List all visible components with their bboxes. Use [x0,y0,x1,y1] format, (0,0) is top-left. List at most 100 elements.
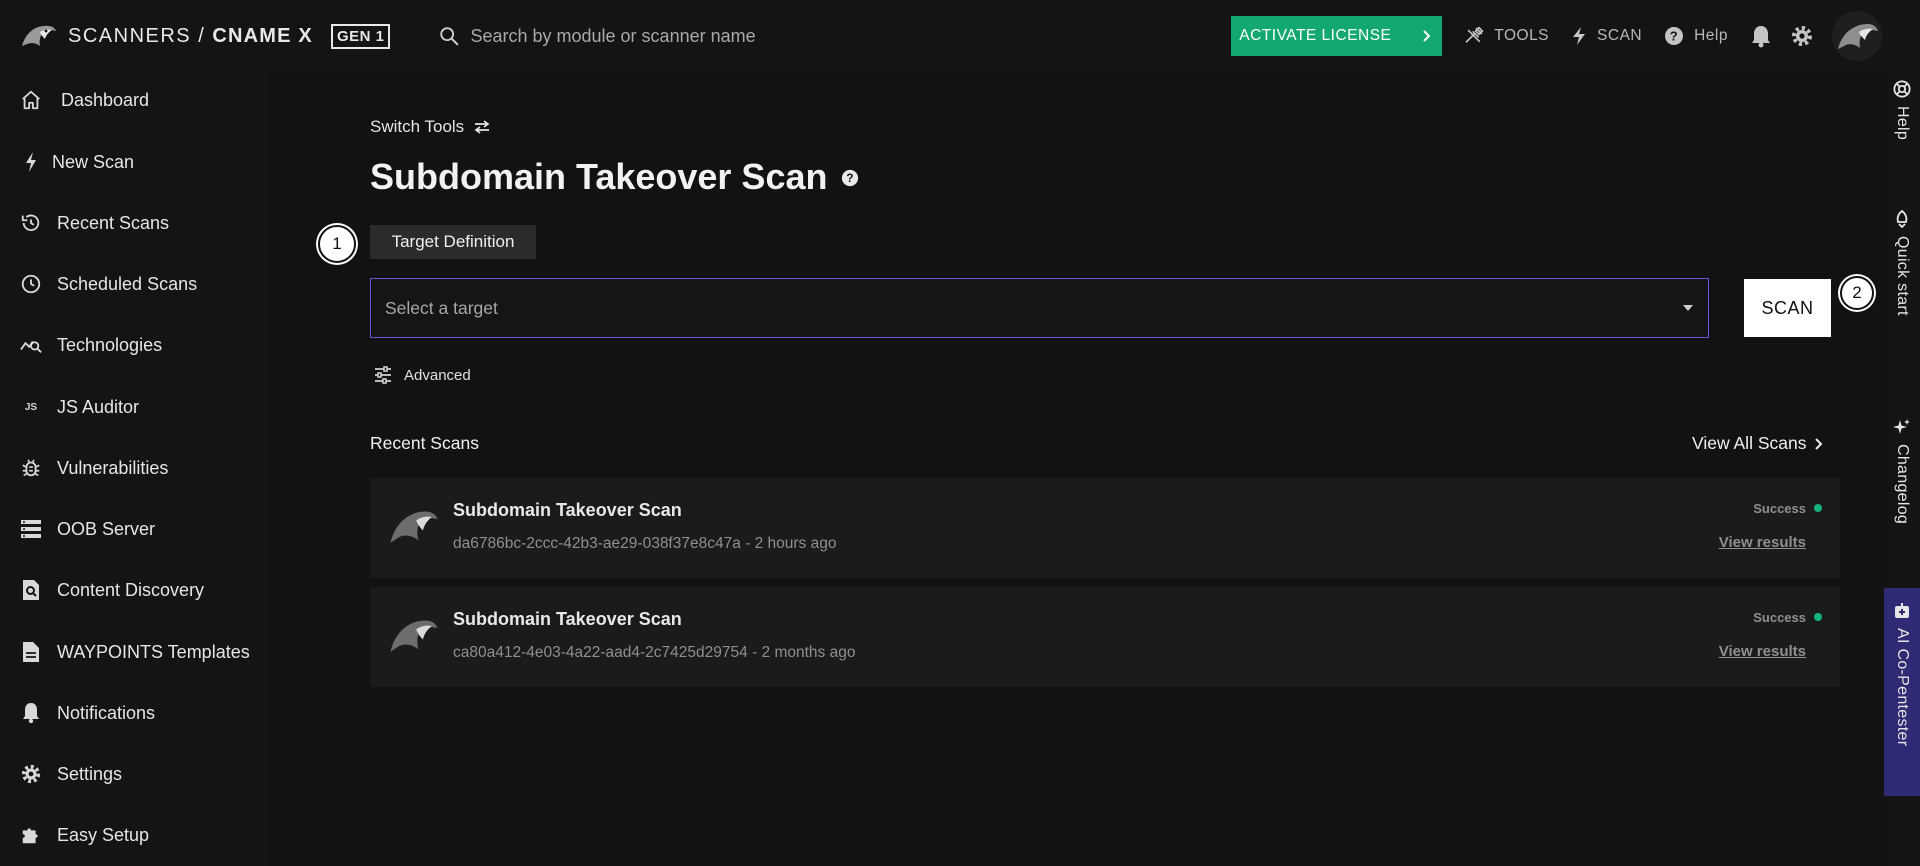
gen-badge: GEN 1 [330,23,391,49]
sliders-icon [374,366,404,384]
step-indicator-2: 2 [1840,276,1874,310]
recent-scan-card[interactable]: Subdomain Takeover Scan da6786bc-2ccc-42… [370,478,1840,578]
server-icon [20,518,42,540]
ai-bot-icon [1893,602,1911,620]
search-bar[interactable] [438,25,958,47]
lifebuoy-icon [1893,80,1911,98]
bolt-icon [1571,26,1597,46]
sidebar-item-easy-setup[interactable]: Easy Setup [0,811,270,859]
bird-logo-icon [18,16,58,56]
target-select[interactable]: Select a target [370,278,1709,338]
sidebar-item-label: Vulnerabilities [57,457,169,478]
advanced-toggle[interactable]: Advanced [374,366,471,384]
view-results-link[interactable]: View results [1719,643,1806,660]
sidebar-item-dashboard[interactable]: Dashboard [0,76,270,124]
search-input[interactable] [470,25,931,47]
svg-text:?: ? [1670,29,1678,44]
gear-icon[interactable] [1790,24,1814,48]
view-all-label: View All Scans [1692,433,1807,453]
recent-scan-card[interactable]: Subdomain Takeover Scan ca80a412-4e03-4a… [370,587,1840,687]
help-label: Help [1694,27,1728,44]
scan-link[interactable]: SCAN [1571,26,1642,46]
rail-quick-start[interactable]: Quick start [1884,210,1920,316]
sidebar-item-content-discovery[interactable]: Content Discovery [0,566,270,614]
sidebar-item-waypoints-templates[interactable]: WAYPOINTS Templates [0,628,270,676]
rail-changelog[interactable]: Changelog [1884,418,1920,524]
sparkle-icon [1893,418,1911,436]
sidebar-item-recent-scans[interactable]: Recent Scans [0,199,270,247]
sidebar-item-label: WAYPOINTS Templates [57,641,250,662]
step-indicator-1: 1 [318,225,356,263]
status-dot-icon [1814,613,1822,621]
rocket-icon [1894,210,1910,228]
file-search-icon [20,579,42,601]
brand-title: SCANNERS / CNAME X [68,24,313,47]
rail-quick-start-label: Quick start [1894,236,1911,316]
sidebar-item-label: Scheduled Scans [57,273,198,294]
bolt-icon [20,151,42,173]
bell-icon[interactable] [1750,24,1772,48]
bird-logo-icon [386,498,442,554]
wrench-icon [1464,26,1494,46]
bug-icon [20,457,42,479]
sidebar-item-label: Recent Scans [57,212,170,233]
help-link[interactable]: ? Help [1664,26,1728,46]
rail-help[interactable]: Help [1884,80,1920,140]
scan-title: Subdomain Takeover Scan [453,500,682,520]
caret-down-icon [1682,304,1694,312]
brand[interactable]: SCANNERS / CNAME X GEN 1 [18,16,391,56]
sidebar-item-label: JS Auditor [57,396,140,417]
sidebar-item-vulnerabilities[interactable]: Vulnerabilities [0,444,270,492]
sidebar-item-new-scan[interactable]: New Scan [0,138,270,186]
sidebar: Dashboard New Scan Recent Scans Schedule… [0,72,270,866]
sidebar-item-label: Easy Setup [57,824,150,845]
bell-icon [20,702,42,724]
sidebar-item-notifications[interactable]: Notifications [0,689,270,737]
sidebar-item-settings[interactable]: Settings [0,750,270,798]
sidebar-item-oob-server[interactable]: OOB Server [0,505,270,553]
sidebar-item-js-auditor[interactable]: JS JS Auditor [0,383,270,431]
sidebar-item-technologies[interactable]: Technologies [0,321,270,369]
scan-title: Subdomain Takeover Scan [453,609,682,629]
sidebar-item-scheduled-scans[interactable]: Scheduled Scans [0,260,270,308]
activate-license-button[interactable]: ACTIVATE LICENSE [1231,16,1443,56]
help-circle-icon: ? [1664,26,1694,46]
home-icon [20,89,42,111]
switch-tools-label: Switch Tools [370,117,465,136]
rail-ai-co-pentester[interactable]: AI Co-Pentester [1884,588,1920,796]
sidebar-item-label: OOB Server [57,518,156,539]
tools-label: TOOLS [1494,27,1550,44]
recent-scans-heading: Recent Scans [370,433,479,453]
page-title-text: Subdomain Takeover Scan [370,156,828,197]
bird-logo-icon [386,607,442,663]
search-icon [438,25,470,47]
history-icon [20,212,42,234]
tools-link[interactable]: TOOLS [1464,26,1549,46]
rail-ai-label: AI Co-Pentester [1894,628,1911,747]
sidebar-item-label: Content Discovery [57,579,205,600]
tab-target-definition[interactable]: Target Definition [370,225,536,259]
sidebar-item-label: Dashboard [61,89,150,110]
tech-search-icon [20,334,42,356]
status-badge: Success [1753,501,1806,516]
target-select-placeholder: Select a target [385,297,498,318]
advanced-label: Advanced [404,366,471,384]
clock-icon [20,273,42,295]
sidebar-item-label: Settings [57,763,123,784]
switch-tools-link[interactable]: Switch Tools [370,117,490,137]
view-all-scans-link[interactable]: View All Scans [1692,433,1824,454]
scan-id-time: ca80a412-4e03-4a22-aad4-2c7425d29754 - 2… [453,644,856,661]
sidebar-item-label: Technologies [57,334,163,355]
right-rail: Help Quick start Changelog AI Co-Pentest… [1884,0,1920,866]
help-circle-icon[interactable]: ? [841,169,859,187]
puzzle-icon [20,824,42,846]
scan-button[interactable]: SCAN [1744,279,1831,337]
top-right-actions: ACTIVATE LICENSE TOOLS SCAN ? Help [1231,0,1884,72]
svg-text:?: ? [847,172,854,185]
view-results-link[interactable]: View results [1719,534,1806,551]
page-title: Subdomain Takeover Scan ? [370,156,859,198]
chevron-right-icon [1806,437,1824,451]
avatar[interactable] [1832,11,1882,61]
chevron-right-icon [1420,29,1432,43]
scan-id-time: da6786bc-2ccc-42b3-ae29-038f37e8c47a - 2… [453,535,837,552]
